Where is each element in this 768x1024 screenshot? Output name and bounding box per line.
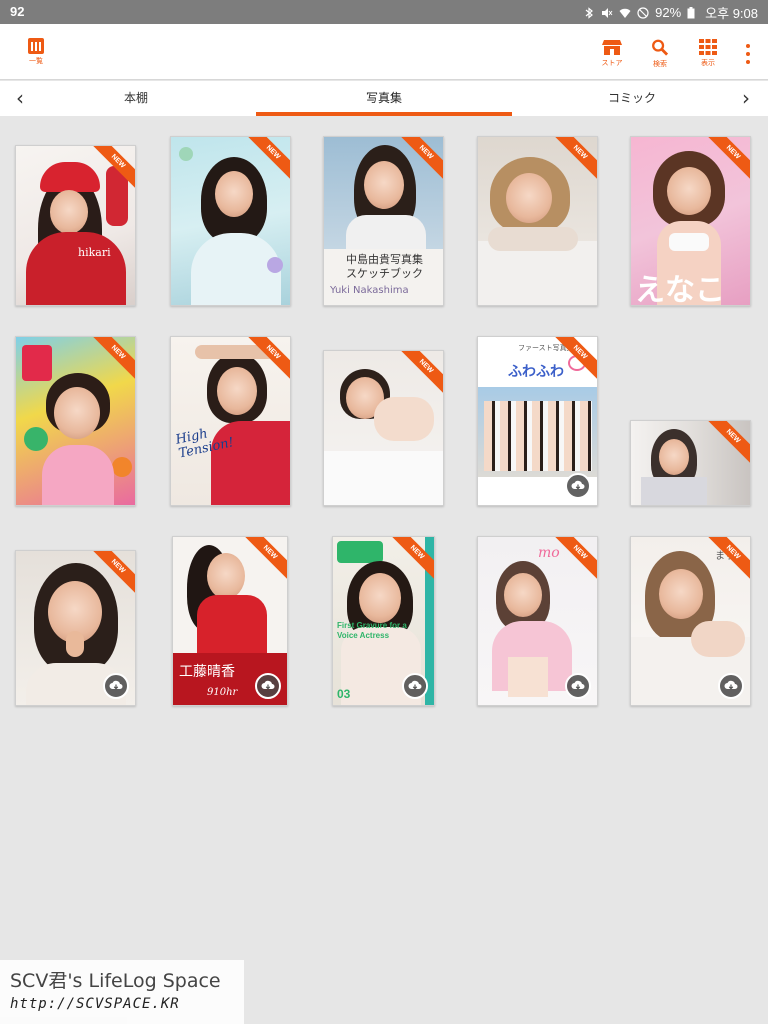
new-badge: NEW <box>549 537 597 585</box>
battery-percent: 92% <box>655 5 682 20</box>
book-grid: hikari NEW NEW 中島由貴写真集 スケッチブック Yuki Naka… <box>0 116 768 756</box>
new-badge: NEW <box>87 146 135 194</box>
new-badge: NEW <box>386 537 434 585</box>
cover-title: 中島由貴写真集 スケッチブック <box>346 253 423 280</box>
tab-bar: ‹ 本棚 写真集 コミック › <box>0 81 768 116</box>
book-item[interactable]: First Gravure for a Voice Actress 03 NEW <box>332 536 435 706</box>
new-badge: NEW <box>702 421 750 469</box>
download-icon[interactable] <box>103 673 129 699</box>
store-button[interactable]: ストア <box>597 39 627 69</box>
book-item[interactable]: NEW <box>477 136 598 306</box>
library-label: 一覧 <box>29 57 43 65</box>
store-icon <box>602 40 622 55</box>
search-button[interactable]: 検索 <box>645 39 675 69</box>
display-button[interactable]: 表示 <box>693 39 723 69</box>
new-badge: NEW <box>395 137 443 185</box>
new-badge: NEW <box>242 137 290 185</box>
new-badge: NEW <box>242 337 290 385</box>
watermark-url: http://SCVSPACE.KR <box>10 996 180 1012</box>
cover-subtitle: 03 <box>337 687 351 701</box>
store-label: ストア <box>601 59 623 67</box>
book-item[interactable]: NEW <box>170 136 291 306</box>
new-badge: NEW <box>395 351 443 399</box>
book-item[interactable]: hikari NEW <box>15 145 136 306</box>
cover-title: 工藤晴香 <box>179 664 235 680</box>
status-left-text: 92 <box>10 4 25 19</box>
book-item[interactable]: 工藤晴香 910hr NEW <box>172 536 288 706</box>
book-item[interactable]: 中島由貴写真集 スケッチブック Yuki Nakashima NEW <box>323 136 444 306</box>
book-item[interactable]: High Tension! NEW <box>170 336 291 506</box>
new-badge: NEW <box>239 537 287 585</box>
cover-title: えなこ <box>635 273 725 306</box>
new-badge: NEW <box>87 551 135 599</box>
book-item[interactable]: まり NEW <box>630 536 751 706</box>
new-badge: NEW <box>87 337 135 385</box>
tab-bookshelf[interactable]: 本棚 <box>8 81 264 116</box>
new-badge: NEW <box>702 137 750 185</box>
watermark-title: SCV君's LifeLog Space <box>10 970 221 992</box>
bluetooth-icon <box>583 6 595 19</box>
search-label: 検索 <box>653 60 667 68</box>
download-icon[interactable] <box>718 673 744 699</box>
book-item[interactable]: ファースト写真集 ふわふわ NEW <box>477 336 598 506</box>
display-label: 表示 <box>701 59 715 67</box>
book-item[interactable]: えなこ NEW <box>630 136 751 306</box>
wifi-icon <box>619 7 631 19</box>
mute-icon <box>601 7 613 19</box>
battery-icon <box>687 6 699 19</box>
watermark: SCV君's LifeLog Space http://SCVSPACE.KR <box>0 960 244 1024</box>
status-bar: 92 92% 오후 9:08 <box>0 0 768 24</box>
dnd-icon <box>637 6 649 19</box>
book-item[interactable]: NEW <box>630 420 751 506</box>
grid-icon <box>699 39 717 55</box>
download-icon[interactable] <box>565 673 591 699</box>
download-icon[interactable] <box>402 673 428 699</box>
book-item[interactable]: NEW <box>15 550 136 706</box>
status-icons: 92% 오후 9:08 <box>583 3 758 22</box>
book-item[interactable]: NEW <box>15 336 136 506</box>
cover-subtitle: Yuki Nakashima <box>330 285 409 296</box>
search-icon <box>652 39 669 56</box>
download-icon[interactable] <box>255 673 281 699</box>
library-button[interactable]: 一覧 <box>24 38 48 68</box>
tab-comics[interactable]: コミック <box>504 81 760 116</box>
cover-title: hikari <box>78 246 111 259</box>
more-vert-icon[interactable] <box>744 44 752 64</box>
cover-title: First Gravure for a Voice Actress <box>337 621 407 640</box>
book-item[interactable]: NEW <box>323 350 444 506</box>
cover-subtitle: 910hr <box>207 687 238 698</box>
clock: 오후 9:08 <box>705 6 758 21</box>
app-bar: 一覧 ストア 検索 表示 <box>0 24 768 80</box>
tab-photobooks[interactable]: 写真集 <box>256 81 512 116</box>
book-item[interactable]: mo NEW <box>477 536 598 706</box>
download-icon[interactable] <box>565 473 591 499</box>
new-badge: NEW <box>549 337 597 385</box>
new-badge: NEW <box>702 537 750 585</box>
new-badge: NEW <box>549 137 597 185</box>
chevron-right-icon[interactable]: › <box>734 87 758 109</box>
library-icon <box>28 38 44 54</box>
